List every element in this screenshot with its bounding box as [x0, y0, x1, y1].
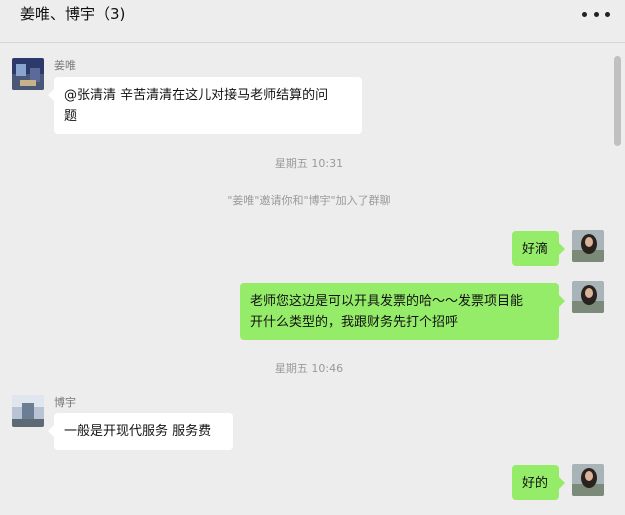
more-dot: [605, 11, 610, 17]
system-notice: "姜唯"邀请你和"博宇"加入了群聊: [227, 194, 391, 207]
message-bubble-received[interactable]: 一般是开现代服务 服务费: [48, 413, 233, 450]
message-text: 一般是开现代服务 服务费: [64, 424, 212, 439]
chat-header: 姜唯、博宇（3): [0, 0, 625, 43]
avatar-boyu[interactable]: [12, 395, 44, 427]
avatar-self[interactable]: [572, 281, 604, 313]
scrollbar[interactable]: [612, 44, 622, 515]
chat-title: 姜唯、博宇（3): [20, 5, 126, 23]
timestamp: 星期五 10:46: [274, 362, 344, 375]
message-bubble-sent[interactable]: 老师您这边是可以开具发票的哈～～发票项目能 开什么类型的，我跟财务先打个招呼: [240, 283, 565, 340]
message-bubble-received[interactable]: @张清清 辛苦清清在这儿对接马老师结算的问 题: [48, 77, 362, 134]
avatar-jiangwei[interactable]: [12, 58, 44, 90]
avatar-self[interactable]: [572, 464, 604, 496]
message-text-line: 开什么类型的，我跟财务先打个招呼: [250, 315, 459, 330]
timestamp: 星期五 10:31: [274, 157, 344, 170]
sender-name: 博宇: [54, 396, 76, 409]
avatar-self[interactable]: [572, 230, 604, 262]
more-icon[interactable]: [582, 8, 610, 20]
more-dot: [593, 11, 599, 17]
sender-name: 姜唯: [54, 59, 76, 72]
message-text-line: 题: [64, 109, 78, 124]
message-text-line: 老师您这边是可以开具发票的哈～～发票项目能: [250, 294, 524, 309]
more-dot: [582, 11, 587, 17]
message-bubble-sent[interactable]: 好滴: [512, 231, 565, 266]
message-list[interactable]: 姜唯 @张清清 辛苦清清在这儿对接马老师结算的问 题 星期五 10:31 "姜唯…: [0, 43, 625, 515]
message-text-line: @张清清 辛苦清清在这儿对接马老师结算的问: [64, 88, 329, 103]
message-text: 好滴: [522, 242, 549, 257]
message-text: 好的: [522, 476, 549, 491]
scrollbar-thumb[interactable]: [614, 56, 621, 146]
message-bubble-sent[interactable]: 好的: [512, 465, 565, 500]
